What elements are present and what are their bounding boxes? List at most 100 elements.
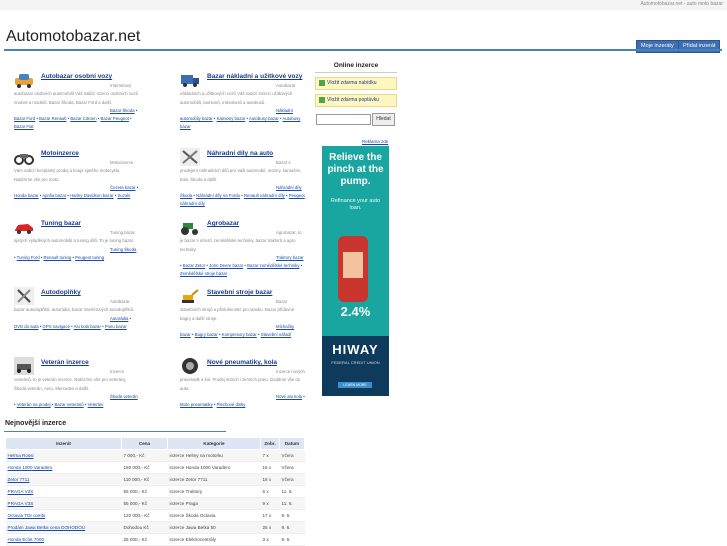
category-title[interactable]: Náhradní díly na auto <box>207 150 273 157</box>
category-link[interactable]: Kompresory bazar <box>222 332 257 337</box>
row-views: 7 x <box>260 449 280 462</box>
plus-icon <box>319 79 325 86</box>
row-title[interactable]: Helma Rossi <box>5 449 122 462</box>
category-link[interactable]: Nové alu kola <box>276 394 302 399</box>
add-demand-button[interactable]: Vložit zdarma poptávku <box>315 94 397 107</box>
category-link[interactable]: Bazar Citroen <box>70 116 96 121</box>
category-link[interactable]: Veterán na prodej <box>17 402 51 407</box>
category-link[interactable]: Autobusy bazar <box>249 116 279 121</box>
category-desc-text: Tuning bazar sjetých vyladěných automobi… <box>14 230 135 244</box>
col-kategorie[interactable]: Kategorie <box>167 437 261 450</box>
category-title[interactable]: Agrobazar <box>207 220 239 227</box>
category-description: Agrobazar, to je bazar s inzercí zeměděl… <box>180 229 305 279</box>
category-links: Traktory bazar • Bazar Zetor • John Deer… <box>180 254 304 277</box>
my-ads-button[interactable]: Moje inzeráty <box>636 40 679 53</box>
table-row[interactable]: PRAGA V3S 55 000,- Kč inzerce Traktory 6 x1… <box>5 485 305 498</box>
row-date: Včera <box>279 461 305 474</box>
table-row[interactable]: Octavia TDI combi 120 000,- Kč inzerce Ško… <box>5 509 305 522</box>
table-row[interactable]: Honda 1000 Varadero 180 000,- Kč inzerce H… <box>5 461 305 474</box>
category-desc-text: Internetový autobazar osobních automobil… <box>14 83 138 105</box>
category-link[interactable]: Harley Davidson bazar <box>70 193 113 198</box>
category-link[interactable]: Aprilia bazar <box>42 193 66 198</box>
row-title[interactable]: PRAGA V3S <box>5 485 122 498</box>
table-row[interactable]: Helma Rossi 7 000,- Kč inzerce Helmy na mo… <box>5 449 305 462</box>
category-link[interactable]: Bazar Peugeot <box>101 116 129 121</box>
category-link[interactable]: Bazar Fiat <box>14 124 34 129</box>
row-category: inzerce Zetor 7711 <box>167 473 261 486</box>
category-link[interactable]: John Deere bazar <box>209 263 243 268</box>
category-title[interactable]: Motoinzerce <box>41 150 79 157</box>
row-title[interactable]: Zetor 7711 <box>5 473 122 486</box>
header-divider <box>4 49 722 51</box>
category-link[interactable]: Peugeot tuning <box>75 255 104 260</box>
category-link[interactable]: Honda bazar <box>14 193 39 198</box>
category-title[interactable]: Autobazar osobní vozy <box>41 73 112 80</box>
category-link[interactable]: Bazar Škoda <box>110 108 135 113</box>
category-link[interactable]: Tuning Škoda <box>110 247 136 252</box>
category-link[interactable]: Renault tuning <box>44 255 72 260</box>
category-link[interactable]: Kamiony bazar <box>217 116 246 121</box>
add-ad-button[interactable]: Přidat inzerát <box>678 40 721 53</box>
site-logo[interactable]: Automotobazar.net <box>6 28 140 46</box>
row-price: 55 000,- Kč <box>121 485 168 498</box>
category-links: Nové alu kola • Moto pneumatiky • Plecho… <box>180 393 305 408</box>
category-desc-text: Autobazar, bazar autodoplňků, autorádia,… <box>14 299 135 313</box>
row-category: inzerce Jawa Betka 50 <box>167 521 261 534</box>
table-row[interactable]: Zetor 7711 110 000,- Kč inzerce Zetor 7711… <box>5 473 305 486</box>
ad-label-link[interactable]: Reklama zde <box>362 139 388 144</box>
search-input[interactable] <box>316 114 371 125</box>
category-link[interactable]: Moto pneumatiky <box>180 402 213 407</box>
row-title[interactable]: Honda Eclnt 7000 <box>5 533 122 546</box>
row-price: Dohodou Kč <box>121 521 168 534</box>
category-link[interactable]: Alu kola bazar <box>74 324 101 329</box>
category-link[interactable]: Bazar Ford <box>14 116 35 121</box>
category-title[interactable]: Nové pneumatiky, kola <box>207 359 277 366</box>
row-price: 110 000,- Kč <box>121 473 168 486</box>
add-offer-button[interactable]: Vložit zdarma nabídku <box>315 77 397 90</box>
row-title[interactable]: PRAGA V3S <box>5 497 122 510</box>
category-link[interactable]: DVD do auta <box>14 324 39 329</box>
category-link[interactable]: Bazar veteránů <box>55 402 84 407</box>
category-title[interactable]: Bazar nákladní a užitkové vozy <box>207 73 302 80</box>
category-link[interactable]: GPS navigace <box>43 324 70 329</box>
category-link[interactable]: Bagry bazar <box>195 332 218 337</box>
category-title[interactable]: Stavební stroje bazar <box>207 289 272 296</box>
category-link[interactable]: Tuning Ford <box>17 255 40 260</box>
category-link[interactable]: Zemědělské stroje bazar <box>180 271 227 276</box>
col-cena[interactable]: Cena <box>121 437 168 450</box>
category-title[interactable]: Veterán inzerce <box>41 359 89 366</box>
category-link[interactable]: Traktory bazar <box>276 255 304 260</box>
category-link[interactable]: Plechové disky <box>217 402 246 407</box>
search-button[interactable]: Hledat <box>372 113 395 126</box>
table-row[interactable]: Honda Eclnt 7000 25 000,- Kč inzerce Elekt… <box>5 533 305 546</box>
category-link[interactable]: Autorádia <box>110 316 128 321</box>
ad-learn-more[interactable]: LEARN MORE <box>338 382 372 388</box>
col-inzerat[interactable]: Inzerát <box>5 437 122 450</box>
row-title[interactable]: Honda 1000 Varadero <box>5 461 122 474</box>
category-link[interactable]: Bazar Renault <box>39 116 66 121</box>
category-link[interactable]: Suzuki <box>117 193 130 198</box>
row-title[interactable]: Octavia TDI combi <box>5 509 122 522</box>
row-title[interactable]: Prodám Jawa Betka cena DOHODOU <box>5 521 122 534</box>
row-date: 11. 6. <box>279 497 305 510</box>
col-zobr[interactable]: Zobr. <box>260 437 280 450</box>
category-link[interactable]: Náhradní díly na Fordu <box>196 193 240 198</box>
category-link[interactable]: Pneu bazar <box>105 324 127 329</box>
row-views: 16 x <box>260 461 280 474</box>
col-datum[interactable]: Datum <box>279 437 305 450</box>
category-links: Tuning Škoda • Tuning Ford • Renault tun… <box>14 246 137 260</box>
category-link[interactable]: Škoda veterán <box>110 394 138 399</box>
category-description: Inzerce veteránů, to je veterán inzerce.… <box>14 368 139 409</box>
table-row[interactable]: PRAGA V3S 55 000,- Kč inzerce Praga 9 x 11. … <box>5 497 305 510</box>
category-title[interactable]: Autodoplňky <box>41 289 81 296</box>
category-link[interactable]: Renault náhradní díly <box>244 193 285 198</box>
table-row[interactable]: Prodám Jawa Betka cena DOHODOU Dohodou Kč… <box>5 521 305 534</box>
category-link[interactable]: Veteráni <box>88 402 104 407</box>
category-description: Autobazar nákladních a užitkových vozů V… <box>180 82 305 132</box>
category-link[interactable]: Stavební nářadí <box>261 332 291 337</box>
category-link[interactable]: Bazar Zetor <box>183 263 205 268</box>
banner-ad[interactable]: Relieve the pinch at the pump. Refinance… <box>322 146 389 396</box>
category-link[interactable]: Čezeta bazar <box>110 185 136 190</box>
category-title[interactable]: Tuning bazar <box>41 220 81 227</box>
category-link[interactable]: Bazar zemědělské techniky <box>247 263 299 268</box>
